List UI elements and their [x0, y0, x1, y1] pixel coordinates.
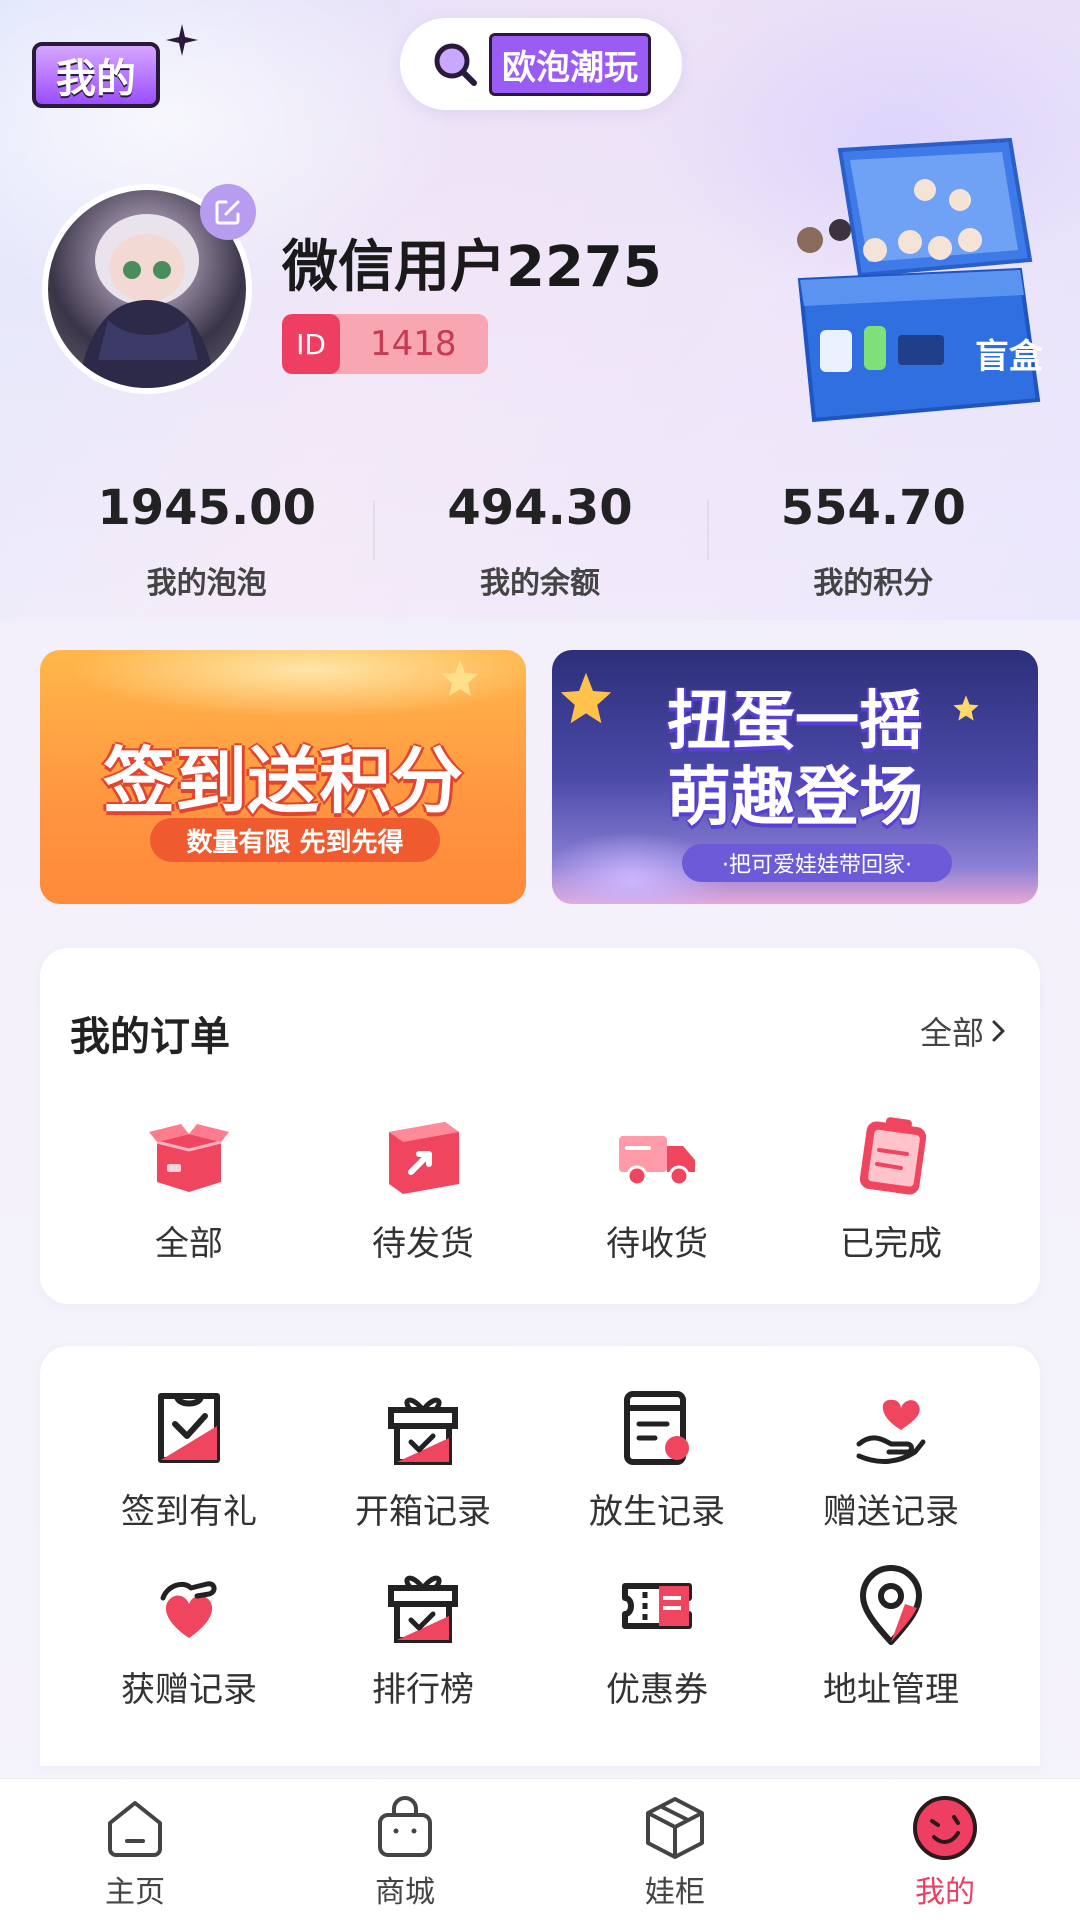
search-icon — [434, 43, 477, 86]
search-brand-text: 欧泡潮玩 — [489, 32, 651, 96]
page-title: 我的 — [32, 42, 160, 108]
stat-label: 我的积分 — [813, 566, 934, 601]
service-label: 开箱记录 — [355, 1492, 491, 1532]
service-received-records[interactable]: 获赠记录 — [72, 1564, 306, 1742]
blind-box-label: 盲盒 — [975, 337, 1044, 377]
order-status-label: 待发货 — [372, 1224, 474, 1264]
tab-mall[interactable]: 商城 — [270, 1779, 540, 1920]
tab-label: 我的 — [915, 1875, 975, 1910]
service-checkin-gift[interactable]: 签到有礼 — [72, 1386, 306, 1564]
order-status-completed[interactable]: 已完成 — [774, 1106, 1008, 1265]
banner-title-line: 扭蛋一摇 — [667, 685, 923, 759]
service-coupons[interactable]: 优惠券 — [540, 1564, 774, 1742]
orders-status-row: 全部 待发货 待收货 已完成 — [40, 1106, 1040, 1265]
stat-value: 494.30 — [447, 480, 633, 536]
ranking-icon — [388, 1575, 458, 1643]
stat-value: 1945.00 — [97, 480, 316, 536]
orders-all-label: 全部 — [919, 1014, 984, 1052]
service-label: 签到有礼 — [121, 1492, 257, 1532]
banner-title: 签到送积分 — [102, 739, 463, 823]
star-icon — [442, 660, 478, 696]
service-release-records[interactable]: 放生记录 — [540, 1386, 774, 1564]
heart-received-icon — [160, 1581, 217, 1638]
profile-page: 我的 欧泡潮玩 微信用户2275 ID 1418 盲盒 1945.00 我的泡泡… — [0, 0, 1080, 1920]
edit-icon — [215, 200, 240, 225]
coupon-icon — [622, 1583, 692, 1629]
banner-subtitle: ·把可爱娃娃带回家· — [682, 844, 952, 882]
service-label: 优惠券 — [606, 1670, 708, 1710]
stat-points[interactable]: 554.70 我的积分 — [706, 470, 1040, 620]
orders-title: 我的订单 — [70, 1014, 230, 1060]
order-status-pending-shipment[interactable]: 待发货 — [306, 1106, 540, 1265]
shopping-bag-icon — [378, 1796, 432, 1857]
tab-doll-cabinet[interactable]: 娃柜 — [540, 1779, 810, 1920]
service-label: 获赠记录 — [121, 1670, 257, 1710]
open-box-icon — [149, 1124, 229, 1192]
service-label: 放生记录 — [589, 1492, 725, 1532]
tab-label: 主页 — [105, 1875, 165, 1910]
service-open-box-records[interactable]: 开箱记录 — [306, 1386, 540, 1564]
gacha-banner[interactable]: 扭蛋一摇 萌趣登场 ·把可爱娃娃带回家· — [552, 650, 1038, 904]
checkin-icon — [158, 1393, 220, 1463]
tab-label: 娃柜 — [645, 1875, 705, 1910]
id-tag: ID — [282, 314, 340, 374]
package-icon — [389, 1122, 459, 1194]
banner-title: 扭蛋一摇 萌趣登场 — [552, 684, 1038, 836]
cube-box-icon — [646, 1797, 704, 1859]
id-value: 1418 — [370, 324, 457, 364]
stats-row: 1945.00 我的泡泡 494.30 我的余额 554.70 我的积分 — [40, 470, 1040, 620]
sparkle-icon — [166, 24, 198, 56]
gift-box-icon — [388, 1397, 458, 1465]
stat-bubbles[interactable]: 1945.00 我的泡泡 — [40, 470, 373, 620]
banner-title-line: 萌趣登场 — [667, 761, 923, 835]
bottom-tab-bar: 主页 商城 娃柜 我的 — [0, 1778, 1080, 1920]
service-label: 排行榜 — [372, 1670, 474, 1710]
home-icon — [108, 1801, 162, 1857]
order-status-label: 已完成 — [840, 1224, 942, 1264]
stat-value: 554.70 — [780, 480, 966, 536]
checkin-points-banner[interactable]: 签到送积分 数量有限 先到先得 — [40, 650, 526, 904]
record-icon — [624, 1391, 689, 1465]
order-status-label: 全部 — [155, 1224, 223, 1264]
truck-icon — [619, 1136, 695, 1187]
profile-face-icon — [913, 1796, 977, 1860]
edit-profile-button[interactable] — [200, 184, 256, 240]
orders-view-all-link[interactable]: 全部 — [920, 1008, 1008, 1054]
stat-balance[interactable]: 494.30 我的余额 — [373, 470, 706, 620]
tab-home[interactable]: 主页 — [0, 1779, 270, 1920]
services-grid: 签到有礼 开箱记录 放生记录 赠送记录 获赠记录 排行榜 优惠券 地址管理 — [72, 1386, 1008, 1742]
stat-label: 我的余额 — [479, 566, 600, 601]
order-status-label: 待收货 — [606, 1224, 708, 1264]
banner-subtitle: 数量有限 先到先得 — [150, 818, 440, 862]
clipboard-icon — [859, 1117, 927, 1195]
search-bar[interactable]: 欧泡潮玩 — [400, 18, 682, 110]
user-id-badge: ID 1418 — [282, 314, 488, 374]
service-label: 地址管理 — [823, 1670, 959, 1710]
service-leaderboard[interactable]: 排行榜 — [306, 1564, 540, 1742]
tab-mine[interactable]: 我的 — [810, 1779, 1080, 1920]
order-status-all[interactable]: 全部 — [72, 1106, 306, 1265]
username: 微信用户2275 — [282, 235, 662, 300]
service-address-management[interactable]: 地址管理 — [774, 1564, 1008, 1742]
stat-label: 我的泡泡 — [146, 566, 267, 601]
order-status-pending-receipt[interactable]: 待收货 — [540, 1106, 774, 1265]
location-icon — [860, 1565, 922, 1645]
blind-box-illustration: 盲盒 — [797, 137, 1044, 423]
heart-hand-icon — [856, 1399, 926, 1464]
services-card: 签到有礼 开箱记录 放生记录 赠送记录 获赠记录 排行榜 优惠券 地址管理 — [40, 1346, 1040, 1766]
tab-label: 商城 — [375, 1875, 435, 1910]
my-orders-card: 我的订单 全部 全部 待发货 待收货 已完成 — [40, 948, 1040, 1304]
chevron-right-icon — [992, 1020, 1005, 1042]
service-gift-records[interactable]: 赠送记录 — [774, 1386, 1008, 1564]
service-label: 赠送记录 — [823, 1492, 959, 1532]
